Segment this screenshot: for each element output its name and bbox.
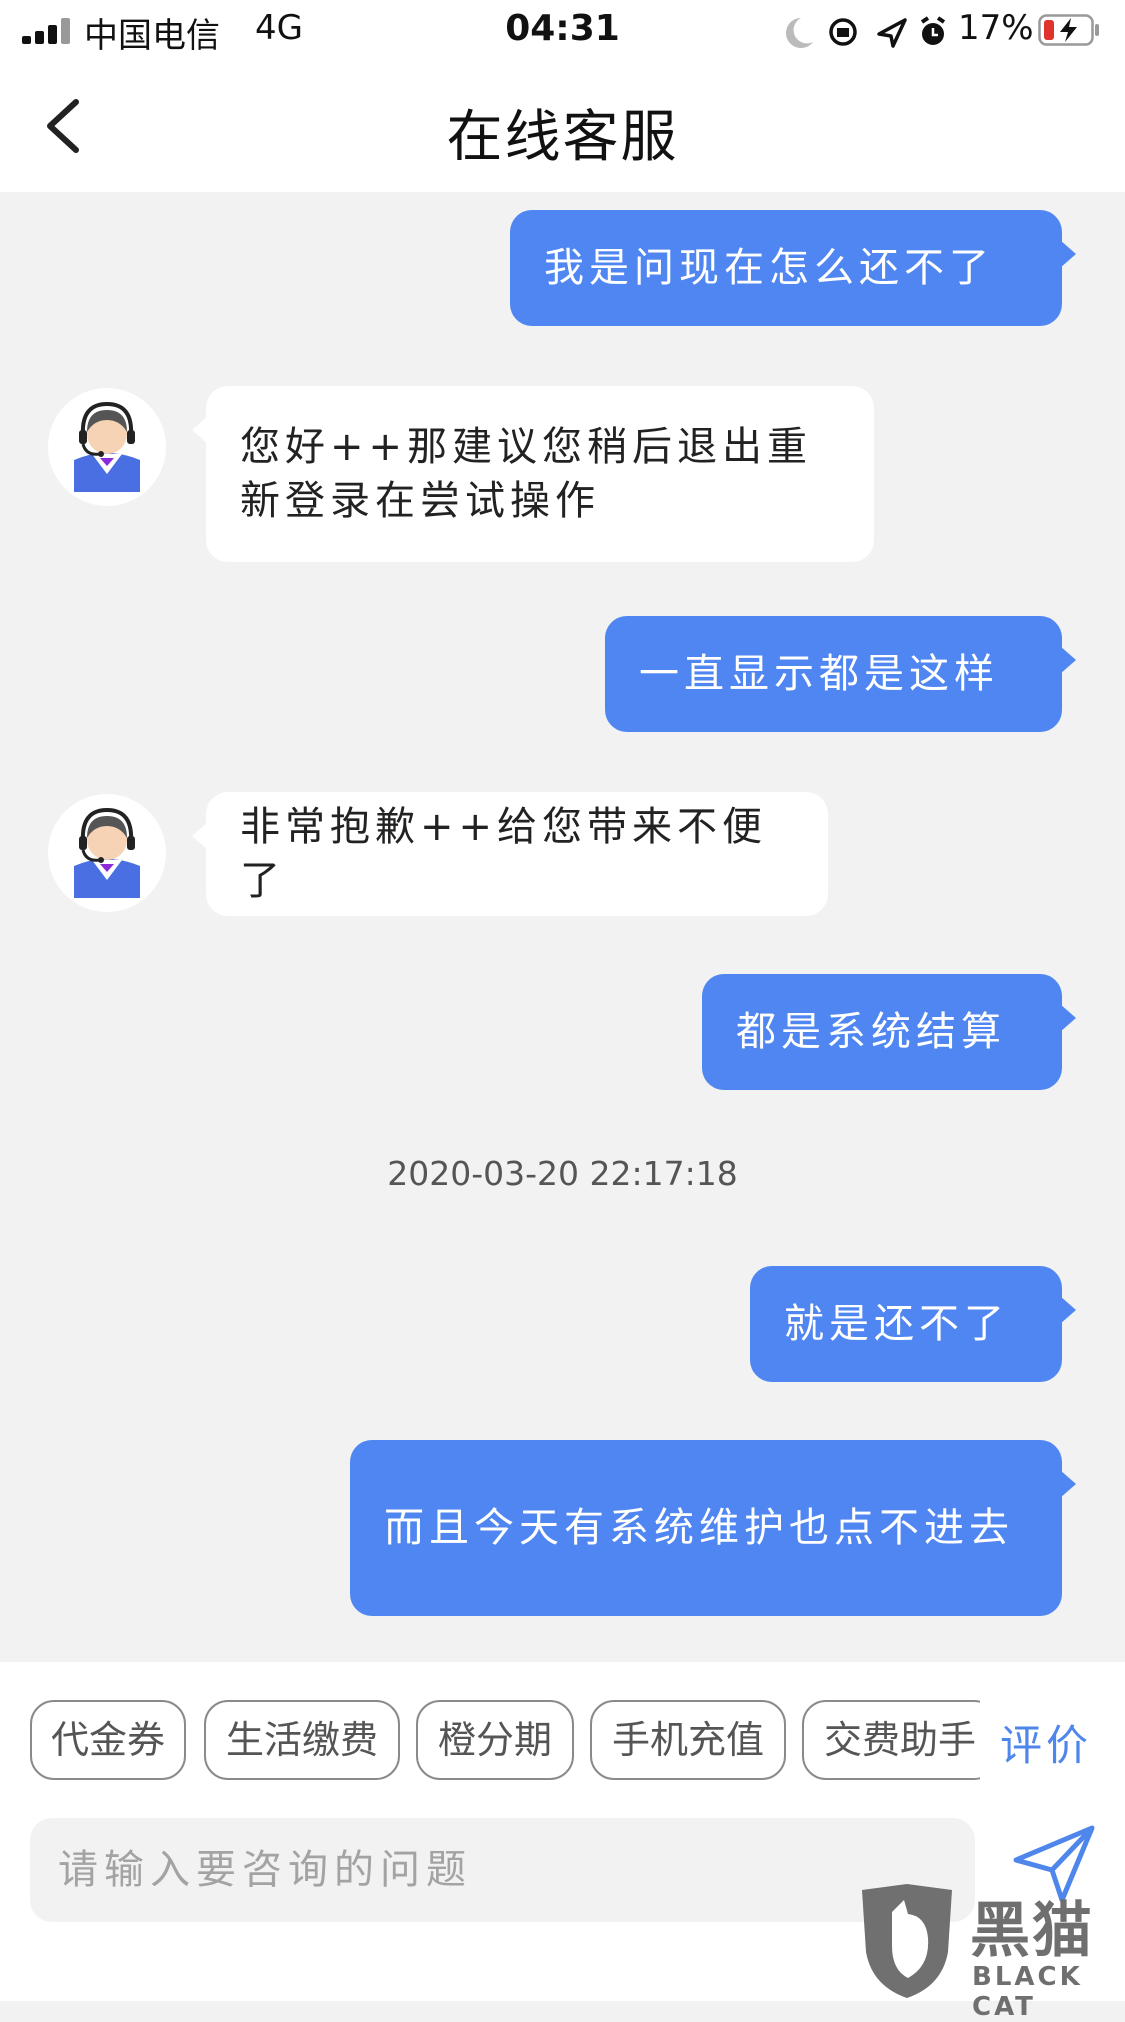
nav-bar: 在线客服	[0, 62, 1125, 192]
quick-action-bill-pay[interactable]: 生活缴费	[204, 1700, 400, 1780]
quick-action-bar[interactable]: 代金券 生活缴费 橙分期 手机充值 交费助手	[0, 1700, 980, 1784]
black-cat-watermark: 黑猫 BLACK CAT	[852, 1882, 1122, 2022]
message-text: 我是问现在怎么还不了	[544, 245, 994, 291]
message-timestamp: 2020-03-20 22:17:18	[387, 1154, 738, 1193]
message-text: 一直显示都是这样	[639, 651, 999, 697]
watermark-cn: 黑猫	[970, 1896, 1094, 1966]
battery-percent: 17%	[958, 8, 1034, 48]
status-bar: 中国电信 4G 04:31 17%	[0, 0, 1125, 62]
quick-action-phone-topup[interactable]: 手机充值	[590, 1700, 786, 1780]
user-message: 一直显示都是这样	[605, 616, 1076, 732]
user-message: 我是问现在怎么还不了	[510, 210, 1076, 326]
user-message: 而且今天有系统维护也点不进去	[350, 1440, 1076, 1616]
message-text: 而且今天有系统维护也点不进去	[384, 1505, 1014, 1551]
location-icon	[877, 18, 907, 48]
agent-avatar	[48, 794, 166, 912]
agent-message: 非常抱歉++给您带来不便了	[192, 792, 828, 916]
rate-button[interactable]: 评价	[1000, 1712, 1092, 1773]
message-text: 非常抱歉++给您带来不便了	[240, 804, 768, 904]
chat-history[interactable]: 我是问现在怎么还不了 您好++那建议您稍后退出重新登录在尝试操作 一直显示都是这…	[0, 192, 1125, 1662]
quick-action-installment[interactable]: 橙分期	[416, 1700, 574, 1780]
moon-icon	[786, 18, 813, 48]
alarm-icon	[920, 16, 946, 45]
quick-action-payment-assistant[interactable]: 交费助手	[802, 1700, 980, 1780]
battery-icon	[1038, 14, 1099, 46]
rotation-lock-icon	[829, 18, 857, 46]
status-icons	[786, 16, 946, 48]
user-message: 都是系统结算	[702, 974, 1076, 1090]
agent-message: 您好++那建议您稍后退出重新登录在尝试操作	[192, 386, 874, 562]
agent-avatar	[48, 388, 166, 506]
page-title: 在线客服	[446, 105, 679, 170]
message-text: 就是还不了	[784, 1301, 1009, 1347]
user-message: 就是还不了	[750, 1266, 1076, 1382]
black-cat-logo-icon	[862, 1884, 952, 1998]
message-text: 都是系统结算	[736, 1009, 1006, 1055]
watermark-en: BLACK CAT	[972, 1962, 1083, 2022]
message-text: 您好++那建议您稍后退出重新登录在尝试操作	[240, 424, 813, 524]
question-input[interactable]	[30, 1818, 975, 1922]
quick-action-voucher[interactable]: 代金券	[30, 1700, 186, 1780]
